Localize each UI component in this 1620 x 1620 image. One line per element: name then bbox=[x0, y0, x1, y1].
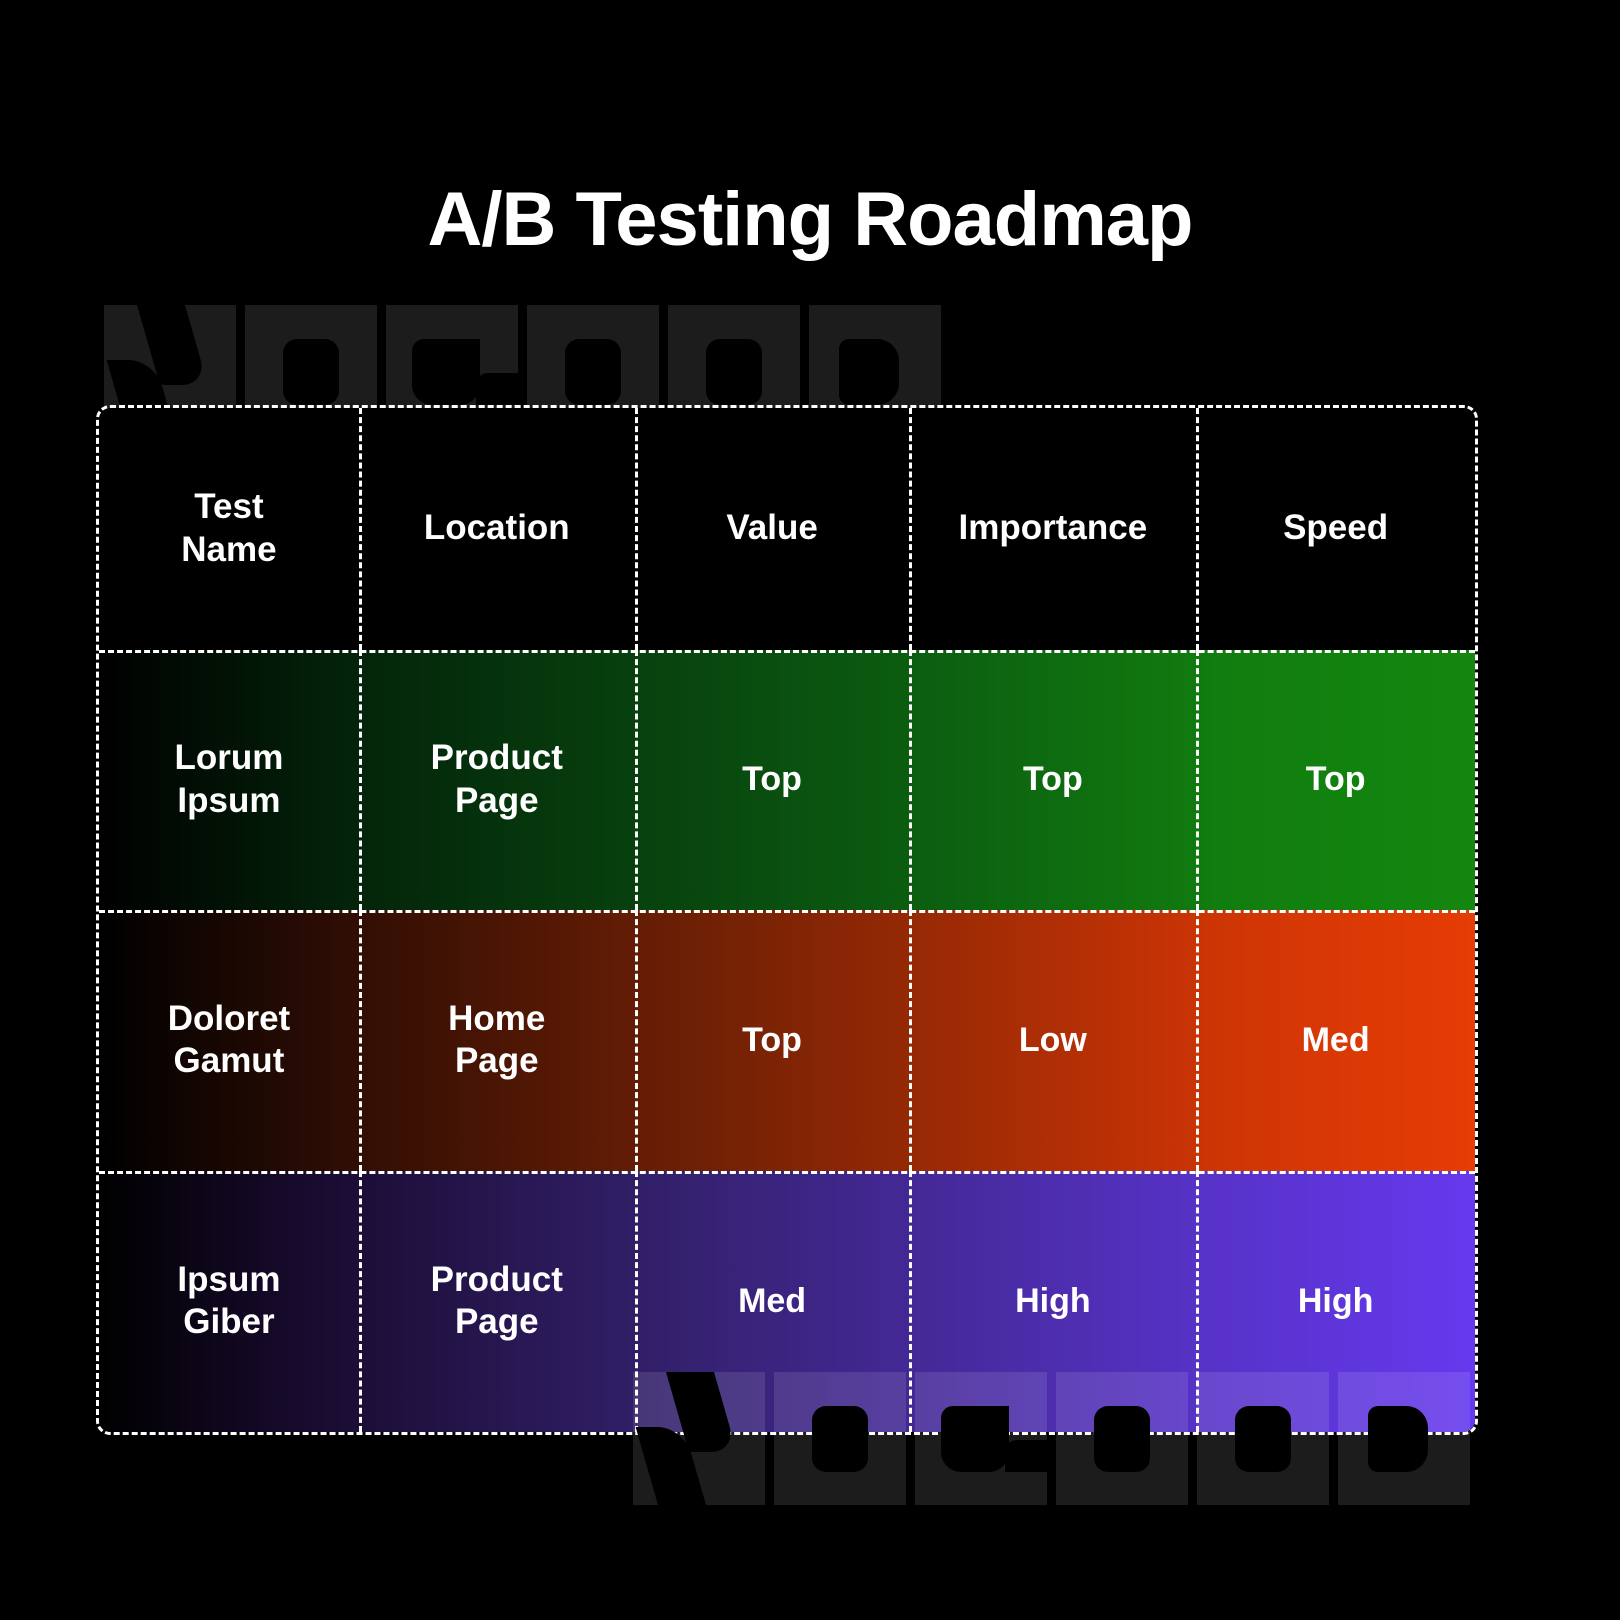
cell-test-name: Lorum Ipsum bbox=[174, 738, 284, 820]
header-text: Value bbox=[726, 508, 818, 548]
cell-location: Product Page bbox=[358, 1170, 635, 1433]
column-header-location: Location bbox=[358, 408, 635, 650]
cell-speed: High bbox=[1196, 1170, 1475, 1433]
table-row: Ipsum Giber Product Page Med High High bbox=[99, 1170, 1475, 1433]
header-text: Speed bbox=[1283, 508, 1389, 548]
cell-importance: High bbox=[909, 1170, 1196, 1433]
column-header-test-name: Test Name bbox=[99, 408, 359, 650]
cell-value: Top bbox=[634, 649, 910, 911]
table-header-row: Test Name Location Value Importance Spee… bbox=[99, 408, 1475, 650]
column-header-speed: Speed bbox=[1196, 408, 1475, 650]
cell-value: Med bbox=[634, 1170, 910, 1433]
column-header-value: Value bbox=[634, 408, 910, 650]
page-title: A/B Testing Roadmap bbox=[427, 177, 1194, 262]
header-text: Test Name bbox=[181, 487, 277, 569]
cell-speed: Med bbox=[1196, 910, 1475, 1171]
ab-testing-roadmap-table: Test Name Location Value Importance Spee… bbox=[96, 405, 1478, 1435]
cell-speed: Top bbox=[1196, 649, 1475, 911]
cell-value: Top bbox=[634, 910, 910, 1171]
column-header-importance: Importance bbox=[909, 408, 1196, 650]
roadmap-canvas: A/B Testing Roadmap Test Name Location V… bbox=[0, 0, 1620, 1620]
cell-location: Home Page bbox=[358, 910, 635, 1171]
table-row: Lorum Ipsum Product Page Top Top Top bbox=[99, 649, 1475, 911]
cell-location: Product Page bbox=[358, 649, 635, 911]
cell-importance: Top bbox=[909, 649, 1196, 911]
header-text: Location bbox=[423, 508, 570, 548]
cell-importance: Low bbox=[909, 910, 1196, 1171]
header-text: Importance bbox=[958, 508, 1148, 548]
cell-test-name: Doloret Gamut bbox=[167, 998, 291, 1081]
table-row: Doloret Gamut Home Page Top Low Med bbox=[99, 910, 1475, 1171]
cell-test-name: Ipsum Giber bbox=[177, 1259, 281, 1342]
